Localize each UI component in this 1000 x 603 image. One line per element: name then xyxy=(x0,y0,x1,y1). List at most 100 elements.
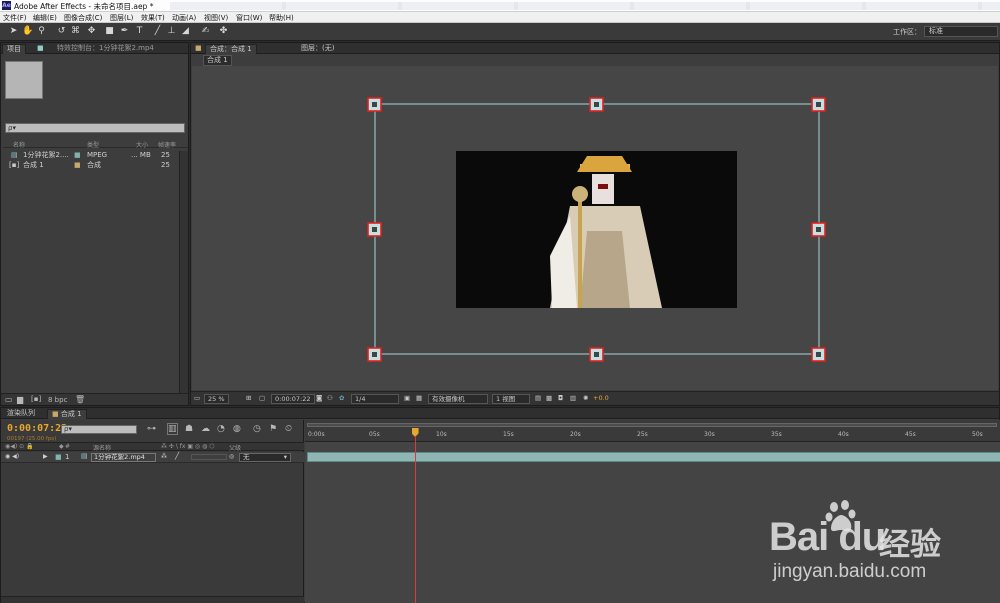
safe-zones-icon[interactable]: ⊞ xyxy=(246,394,251,404)
tab-layer[interactable]: 图层：(无) xyxy=(301,44,334,54)
menu-window[interactable]: 窗口(W) xyxy=(236,13,262,23)
hand-tool-icon[interactable]: ✋ xyxy=(22,26,33,37)
menu-effect[interactable]: 效果(T) xyxy=(141,13,165,23)
toggle-pixel-aspect-icon[interactable]: ▤ xyxy=(535,394,541,404)
expand-triangle-icon[interactable]: ▶ xyxy=(43,453,48,460)
resolution-select[interactable]: 1/4 xyxy=(351,394,399,404)
menu-file[interactable]: 文件(F) xyxy=(3,13,27,23)
tab-render-queue[interactable]: 渲染队列 xyxy=(7,409,35,419)
transparency-grid-icon[interactable]: ▦ xyxy=(416,394,422,404)
current-time-indicator-line[interactable] xyxy=(414,436,416,603)
label-column-icon[interactable]: ◆ xyxy=(59,443,64,450)
project-scrollbar[interactable] xyxy=(179,151,188,395)
mask-visibility-icon[interactable]: ▢ xyxy=(259,394,265,404)
motion-blur-icon[interactable]: ◔ xyxy=(217,424,225,434)
selection-tool-icon[interactable]: ➤ xyxy=(8,26,19,37)
ae-logo-icon: Ae xyxy=(2,1,11,10)
tab-effect-controls[interactable]: 特效控制台：1分钟花絮2.mp4 xyxy=(57,44,154,54)
av-features-icon[interactable]: ◉◀) ⊙ 🔒 xyxy=(5,443,34,450)
menu-composition[interactable]: 图像合成(C) xyxy=(64,13,102,23)
stopwatch-icon[interactable]: ⏲ xyxy=(285,424,292,434)
fast-preview-icon[interactable]: ▩ xyxy=(546,394,552,404)
menu-animation[interactable]: 动画(A) xyxy=(172,13,196,23)
col-fps[interactable]: 帧速率 xyxy=(158,140,176,149)
visibility-icon[interactable]: ◉ ◀) xyxy=(5,453,19,460)
number-column-label[interactable]: # xyxy=(65,443,70,450)
parent-select[interactable]: 无 ▾ xyxy=(239,453,291,462)
quality-switch-icon[interactable]: ╱ xyxy=(175,452,179,460)
exposure-value[interactable]: +0.0 xyxy=(593,394,609,404)
exposure-icon[interactable]: ✺ xyxy=(583,394,588,404)
clone-stamp-tool-icon[interactable]: ⊥ xyxy=(166,26,177,37)
new-folder-icon[interactable]: ▆ xyxy=(17,395,23,404)
layer-switches[interactable] xyxy=(191,454,227,460)
pickwhip-icon[interactable]: ◎ xyxy=(229,453,234,460)
shy-switch-icon[interactable]: ⁂ xyxy=(161,453,167,460)
project-search-input[interactable]: ρ▾ xyxy=(5,123,185,133)
zoom-tool-icon[interactable]: ⚲ xyxy=(36,26,47,37)
workspace-select[interactable]: 标准 xyxy=(924,26,998,37)
col-size[interactable]: 大小 xyxy=(136,140,148,149)
time-ruler[interactable]: 0:00s 05s 10s 15s 20s 25s 30s 35s 40s 45… xyxy=(305,420,1000,442)
menu-edit[interactable]: 编辑(E) xyxy=(33,13,57,23)
menu-layer[interactable]: 图层(L) xyxy=(110,13,133,23)
puppet-tool-icon[interactable]: ✤ xyxy=(218,26,229,37)
interpret-footage-icon[interactable]: ▭ xyxy=(5,395,13,404)
col-type[interactable]: 类型 xyxy=(87,140,99,149)
flowchart-icon[interactable]: ▥ xyxy=(570,394,576,404)
layer-row[interactable]: ◉ ◀) ▶ ■ 1 ▤ 1分钟花絮2.mp4 ⁂ ╱ ◎ 无 ▾ xyxy=(1,452,304,463)
switches-icons[interactable]: ⁂ ✣ \ fx ▣ ◎ ◍ ⬡ xyxy=(161,443,214,450)
rotate-tool-icon[interactable]: ↺ xyxy=(56,26,67,37)
ruler-label: 25s xyxy=(637,431,648,438)
eraser-tool-icon[interactable]: ◢ xyxy=(180,26,191,37)
camera-select[interactable]: 有效摄像机 xyxy=(428,394,488,404)
work-area-bar[interactable] xyxy=(307,423,997,427)
comp-lock-icon[interactable]: ■ xyxy=(195,44,202,54)
comp-flowchart-tab[interactable]: 合成 1 xyxy=(203,55,232,66)
channel-icon[interactable]: ✿ xyxy=(339,394,344,404)
bpc-label[interactable]: 8 bpc xyxy=(48,396,67,404)
pen-tool-icon[interactable]: ✒ xyxy=(119,26,130,37)
label-color-icon[interactable]: ■ xyxy=(55,453,62,461)
camera-tool-icon[interactable]: ⌘ xyxy=(70,26,81,37)
frame-blending-icon[interactable]: ☁ xyxy=(201,424,210,434)
parent-value: 无 xyxy=(243,453,250,461)
current-time-display[interactable]: 0:00:07:22 xyxy=(7,423,67,434)
comp-mini-flowchart-icon[interactable]: ⊶ xyxy=(147,424,156,434)
roto-brush-tool-icon[interactable]: ✍ xyxy=(200,26,211,37)
snapshot-icon[interactable]: ◙ xyxy=(316,394,322,404)
auto-keyframe-icon[interactable]: ◷ xyxy=(253,424,261,434)
pan-behind-tool-icon[interactable]: ✥ xyxy=(86,26,97,37)
col-parent[interactable]: 父级 xyxy=(229,443,241,452)
new-comp-icon[interactable]: [▪] xyxy=(31,395,41,403)
always-preview-icon[interactable]: ▭ xyxy=(194,394,200,404)
composition-viewer[interactable] xyxy=(192,66,998,390)
views-select[interactable]: 1 视图 xyxy=(492,394,530,404)
menu-help[interactable]: 帮助(H) xyxy=(269,13,294,23)
zoom-select[interactable]: 25 % xyxy=(204,394,229,404)
show-snapshot-icon[interactable]: ⚇ xyxy=(327,394,333,404)
graph-editor-icon[interactable]: ⚑ xyxy=(269,424,277,434)
col-source-name[interactable]: 源名称 xyxy=(93,443,111,452)
tab-timeline-comp[interactable]: ■ 合成 1 xyxy=(47,409,87,419)
col-name[interactable]: 名称 xyxy=(13,140,25,149)
tab-project[interactable]: 项目 xyxy=(2,44,26,54)
brush-tool-icon[interactable]: ╱ xyxy=(152,26,163,37)
layer-name[interactable]: 1分钟花絮2.mp4 xyxy=(91,453,156,462)
tab-composition[interactable]: 合成：合成 1 xyxy=(205,44,257,54)
project-item[interactable]: [▪] 合成 1 ■ 合成 25 xyxy=(3,160,177,170)
delete-icon[interactable]: 🗑 xyxy=(75,395,85,404)
project-item[interactable]: ▤ 1分钟花絮2.... ■ MPEG ... MB 25 xyxy=(3,150,177,160)
draft-3d-icon[interactable]: ▥ xyxy=(167,423,178,435)
timeline-icon[interactable]: ◘ xyxy=(558,394,563,404)
timeline-search-input[interactable]: ρ▾ xyxy=(61,425,137,434)
region-of-interest-icon[interactable]: ▣ xyxy=(404,394,410,404)
shy-icon[interactable]: ☗ xyxy=(185,424,193,434)
layer-duration-bar[interactable] xyxy=(307,452,1000,462)
text-tool-icon[interactable]: T xyxy=(134,26,145,37)
menu-view[interactable]: 视图(V) xyxy=(204,13,228,23)
title-bar: Ae Adobe After Effects - 未命名项目.aep * xyxy=(0,0,1000,12)
current-time-field[interactable]: 0:00:07:22 xyxy=(271,394,315,404)
mask-tool-icon[interactable]: ■ xyxy=(104,26,115,37)
brainstorm-icon[interactable]: ◍ xyxy=(233,424,241,434)
